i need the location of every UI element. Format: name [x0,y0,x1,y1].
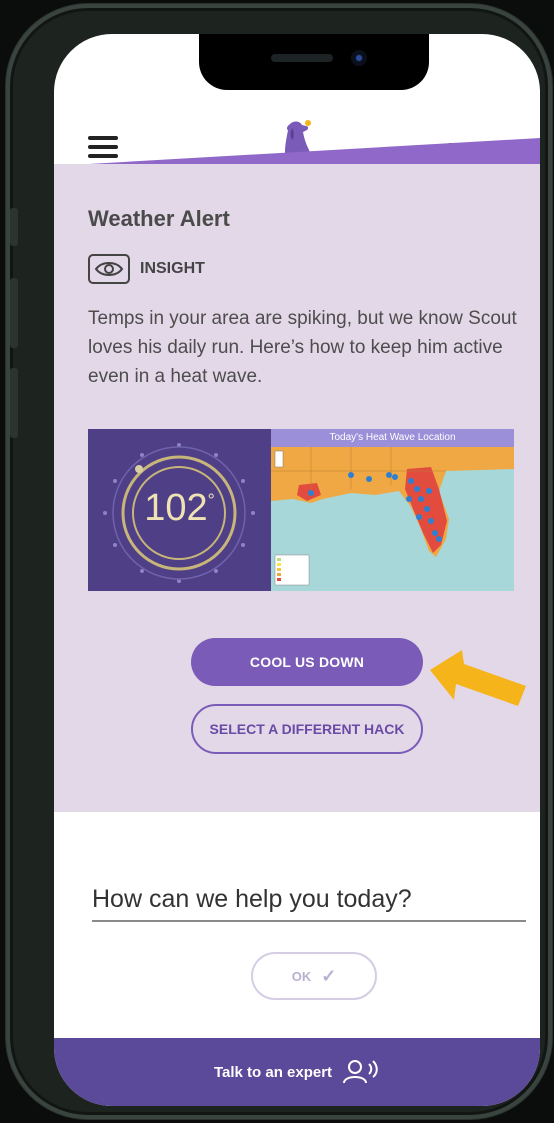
check-icon: ✓ [321,965,337,986]
phone-volume-down [10,368,18,438]
chat-panel: OK ✓ [54,812,540,1038]
eye-icon [88,254,130,284]
temperature-dial: 102° [88,429,271,591]
cool-us-down-button[interactable]: COOL US DOWN [191,638,423,686]
heat-wave-map: Today's Heat Wave Location [271,429,514,591]
card-body-text: Temps in your area are spiking, but we k… [88,308,517,387]
insight-label: INSIGHT [140,260,205,277]
phone-volume-up [10,278,18,348]
insight-badge: INSIGHT [88,254,205,284]
heat-wave-graphic: 102° Today's Heat Wave Location [88,429,514,591]
pointer-arrow-icon [430,650,526,706]
front-camera [351,50,367,66]
phone-mute-switch [10,208,18,246]
help-input[interactable] [92,878,526,922]
ok-label: OK [291,968,312,984]
card-title: Weather Alert [88,206,230,231]
insight-card: Weather Alert INSIGHT Temps in your area… [54,164,540,812]
talk-to-expert-button[interactable]: Talk to an expert [54,1038,540,1106]
app-screen: SAVINGS $0 Weather Alert INSIGHT Temps i… [54,34,540,1106]
footer-label: Talk to an expert [213,1063,333,1081]
phone-frame: SAVINGS $0 Weather Alert INSIGHT Temps i… [6,4,552,1119]
speaker-grille [271,54,333,62]
degree-symbol: ° [207,490,215,511]
select-different-hack-button[interactable]: SELECT A DIFFERENT HACK [191,704,423,754]
expert-voice-icon [342,1059,380,1085]
temperature-readout: 102° [88,487,271,530]
temperature-value: 102 [144,487,208,529]
phone-notch [199,34,429,90]
ok-button[interactable]: OK ✓ [251,952,377,1000]
